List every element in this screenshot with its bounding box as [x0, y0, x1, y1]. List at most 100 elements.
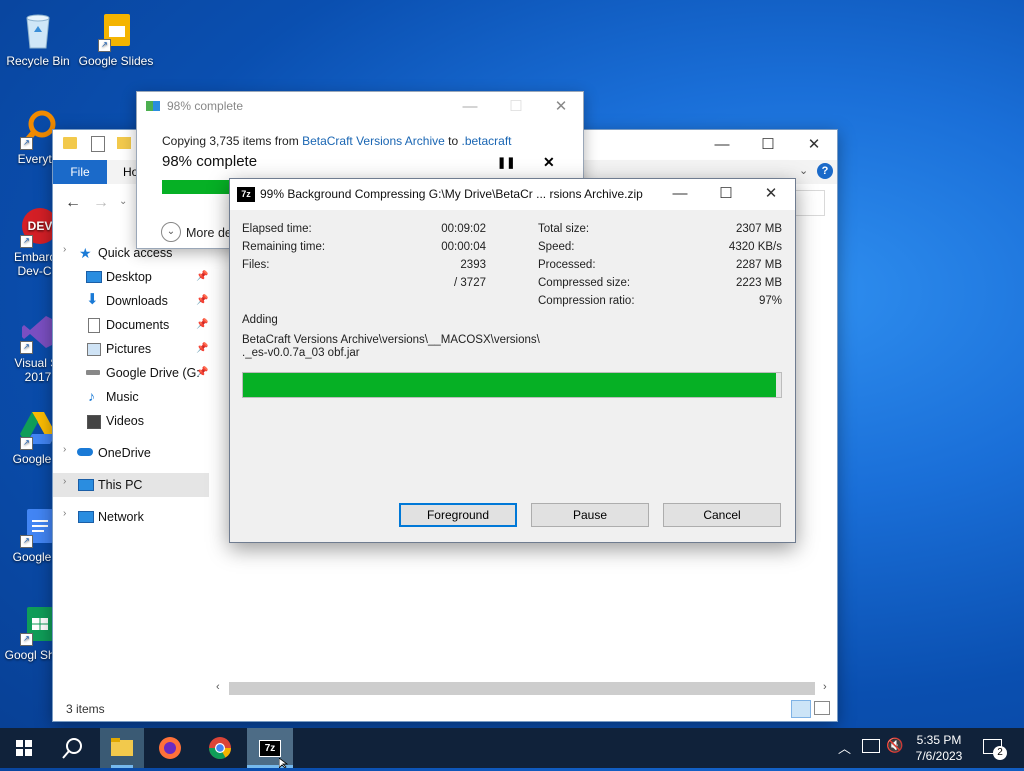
- copy-minimize-button[interactable]: —: [447, 92, 493, 122]
- copy-percent-text: 98% complete: [162, 153, 258, 170]
- copy-maximize-button: ☐: [509, 98, 523, 115]
- clock-date[interactable]: 7/6/2023: [908, 749, 970, 763]
- nav-documents[interactable]: Documents: [106, 318, 169, 332]
- copy-dialog-icon: [146, 101, 160, 111]
- clock-time[interactable]: 5:35 PM: [908, 733, 970, 747]
- taskbar-firefox[interactable]: [148, 728, 192, 768]
- maximize-button[interactable]: ☐: [745, 130, 791, 160]
- start-button[interactable]: [0, 728, 48, 768]
- network-status-icon[interactable]: [862, 739, 880, 753]
- horizontal-scrollbar[interactable]: [229, 682, 815, 695]
- taskbar: 7z ︿ 🔇 5:35 PM 7/6/2023 2: [0, 728, 1024, 768]
- pin-icon[interactable]: 📌: [196, 343, 208, 354]
- nav-videos[interactable]: Videos: [106, 414, 144, 428]
- onedrive-icon: [77, 448, 93, 456]
- scroll-left-icon[interactable]: ‹: [216, 681, 220, 693]
- more-details-button[interactable]: More de: [186, 226, 232, 240]
- mouse-cursor-icon: [279, 758, 289, 768]
- copy-dest-link[interactable]: .betacraft: [461, 134, 511, 148]
- 7zip-maximize-button[interactable]: ☐: [703, 179, 749, 209]
- nav-desktop[interactable]: Desktop: [106, 270, 152, 284]
- processed-label: Processed:: [538, 259, 596, 271]
- vertical-scrollbar[interactable]: [823, 230, 831, 660]
- nav-pictures[interactable]: Pictures: [106, 342, 151, 356]
- google-slides-icon[interactable]: ↗ Google Slides: [78, 10, 154, 68]
- forward-arrow-icon[interactable]: →: [93, 194, 109, 212]
- new-folder-icon[interactable]: [117, 137, 131, 149]
- 7zip-taskbar-icon: 7z: [259, 740, 281, 757]
- nav-this-pc[interactable]: This PC: [98, 478, 142, 492]
- copy-dialog-title: 98% complete: [167, 99, 244, 113]
- elapsed-time-value: 00:09:02: [441, 223, 486, 235]
- minimize-button[interactable]: —: [699, 130, 745, 160]
- file-tab[interactable]: File: [53, 160, 107, 184]
- remaining-time-label: Remaining time:: [242, 241, 326, 253]
- expand-chevron-icon[interactable]: ›: [63, 476, 66, 487]
- expand-chevron-icon[interactable]: ›: [63, 244, 66, 255]
- desktop-icon: [86, 271, 102, 283]
- shortcut-arrow-icon: ↗: [20, 235, 33, 248]
- compressed-size-value: 2223 MB: [735, 277, 782, 289]
- documents-icon: [88, 318, 100, 333]
- pin-icon[interactable]: 📌: [196, 295, 208, 306]
- compressed-size-label: Compressed size:: [538, 277, 631, 289]
- pin-icon[interactable]: 📌: [196, 319, 208, 330]
- taskbar-file-explorer[interactable]: [100, 728, 144, 768]
- nav-music[interactable]: Music: [106, 390, 139, 404]
- pin-icon[interactable]: 📌: [196, 271, 208, 282]
- back-arrow-icon[interactable]: ←: [65, 194, 81, 212]
- stop-icon[interactable]: ✕: [543, 154, 555, 171]
- shortcut-arrow-icon: ↗: [20, 137, 33, 150]
- recent-locations-icon[interactable]: ⌄: [119, 196, 127, 207]
- scroll-right-icon[interactable]: ›: [823, 681, 827, 693]
- pause-button[interactable]: Pause: [531, 503, 649, 527]
- cancel-button[interactable]: Cancel: [663, 503, 781, 527]
- search-button[interactable]: [48, 728, 96, 768]
- speed-value: 4320 KB/s: [728, 241, 782, 253]
- show-hidden-icons-icon[interactable]: ︿: [838, 738, 851, 757]
- shortcut-arrow-icon: ↗: [20, 535, 33, 548]
- pictures-icon: [87, 343, 101, 356]
- expand-chevron-icon[interactable]: ›: [63, 444, 66, 455]
- 7zip-close-button[interactable]: ✕: [748, 179, 794, 209]
- copy-source-link[interactable]: BetaCraft Versions Archive: [302, 134, 445, 148]
- nav-network[interactable]: Network: [98, 510, 144, 524]
- taskbar-chrome[interactable]: [196, 728, 244, 768]
- recycle-bin-icon[interactable]: Recycle Bin: [0, 10, 76, 68]
- volume-muted-icon[interactable]: 🔇: [886, 737, 903, 754]
- files-value: 2393: [460, 259, 486, 271]
- details-view-icon[interactable]: [791, 700, 811, 718]
- nav-downloads[interactable]: Downloads: [106, 294, 168, 308]
- nav-onedrive[interactable]: OneDrive: [98, 446, 151, 460]
- remaining-time-value: 00:00:04: [441, 241, 486, 253]
- shortcut-arrow-icon: ↗: [20, 341, 33, 354]
- properties-icon[interactable]: [91, 136, 105, 152]
- 7zip-progress-dialog[interactable]: 7z 99% Background Compressing G:\My Driv…: [229, 178, 796, 543]
- 7zip-app-icon: 7z: [237, 187, 255, 202]
- total-size-label: Total size:: [538, 223, 590, 235]
- videos-icon: [87, 415, 101, 429]
- close-button[interactable]: ✕: [791, 130, 837, 160]
- 7zip-minimize-button[interactable]: —: [657, 179, 703, 209]
- music-icon: ♪: [88, 388, 95, 404]
- help-icon[interactable]: ?: [817, 163, 833, 179]
- nav-google-drive[interactable]: Google Drive (G:: [106, 366, 200, 380]
- copy-close-button[interactable]: ✕: [538, 92, 584, 122]
- pin-icon[interactable]: 📌: [196, 367, 208, 378]
- downloads-icon: ⬇: [86, 291, 99, 308]
- copy-prefix-text: Copying 3,735 items from: [162, 134, 303, 148]
- svg-text:DEV: DEV: [28, 219, 53, 233]
- network-icon: [78, 511, 94, 523]
- chevron-down-icon[interactable]: ⌄: [161, 222, 181, 242]
- shortcut-arrow-icon: ↗: [98, 39, 111, 52]
- compression-ratio-label: Compression ratio:: [538, 295, 635, 307]
- ribbon-expand-icon[interactable]: ⌄: [799, 164, 808, 177]
- pause-icon[interactable]: ❚❚: [497, 156, 515, 169]
- large-icons-view-icon[interactable]: [814, 701, 830, 715]
- 7zip-titlebar[interactable]: 7z 99% Background Compressing G:\My Driv…: [230, 179, 795, 210]
- foreground-button[interactable]: Foreground: [399, 503, 517, 527]
- expand-chevron-icon[interactable]: ›: [63, 508, 66, 519]
- star-icon: ★: [79, 245, 92, 261]
- folder-icon: [63, 137, 77, 149]
- firefox-icon: [159, 737, 181, 759]
